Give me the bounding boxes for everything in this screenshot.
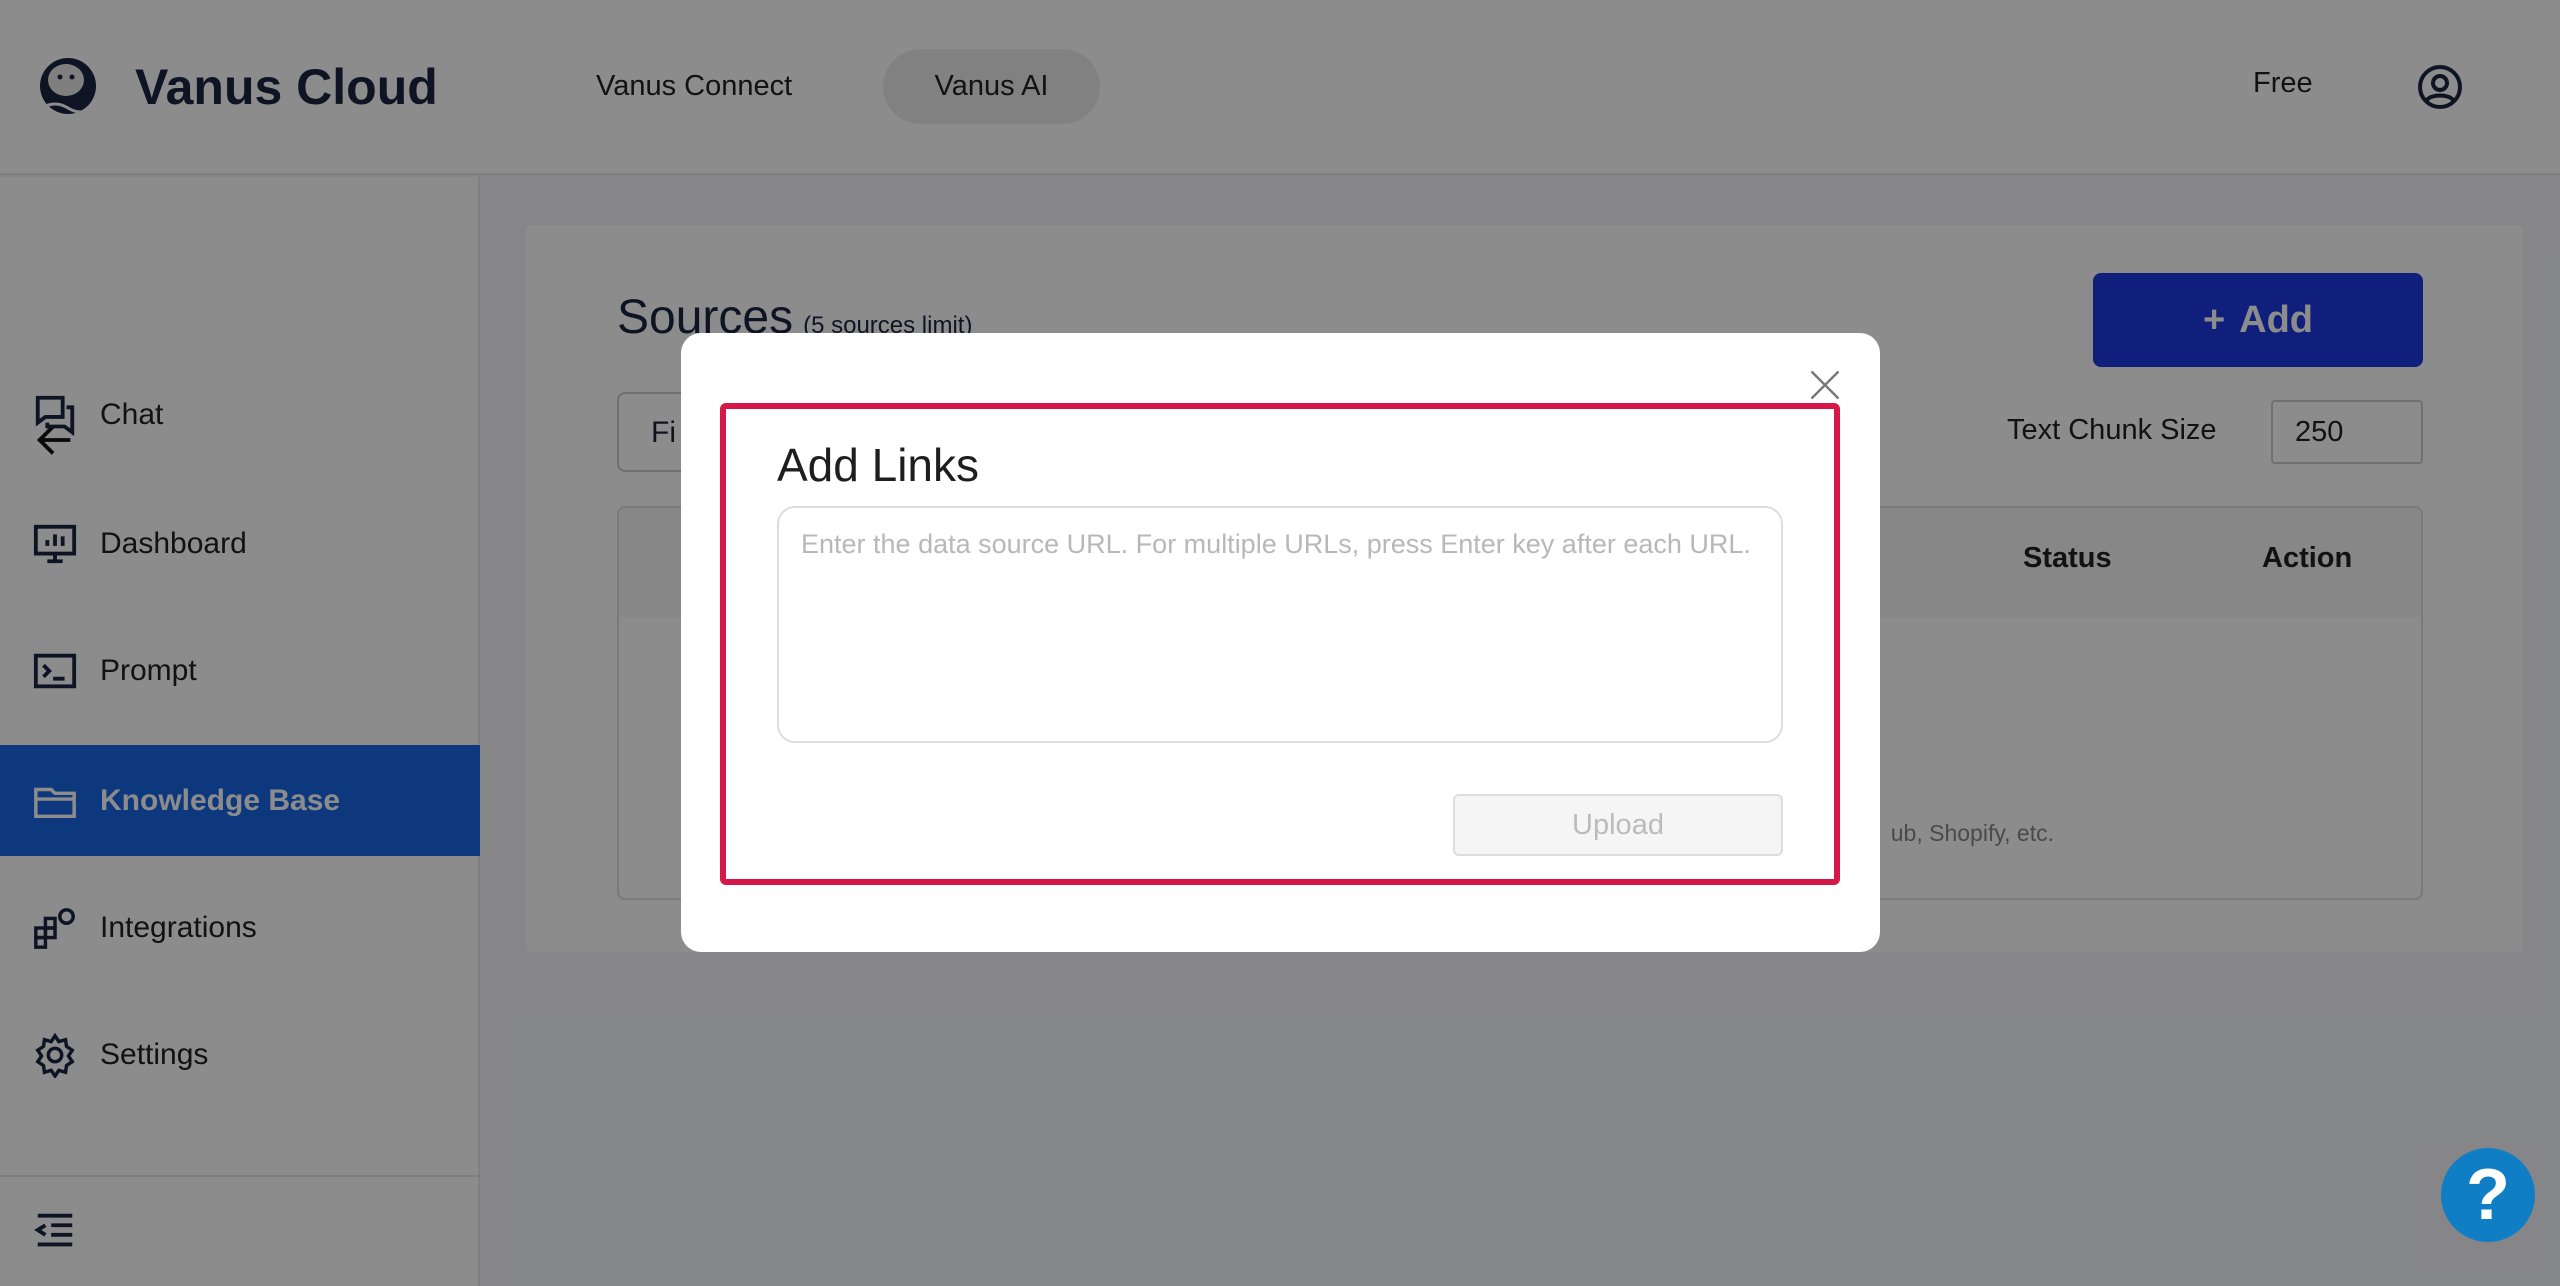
add-links-modal: Add Links Upload [681, 333, 1880, 952]
url-input[interactable] [777, 506, 1783, 743]
upload-button[interactable]: Upload [1453, 794, 1783, 856]
help-button[interactable]: ? [2441, 1148, 2535, 1242]
modal-title: Add Links [777, 439, 980, 491]
close-icon[interactable] [1807, 367, 1843, 403]
